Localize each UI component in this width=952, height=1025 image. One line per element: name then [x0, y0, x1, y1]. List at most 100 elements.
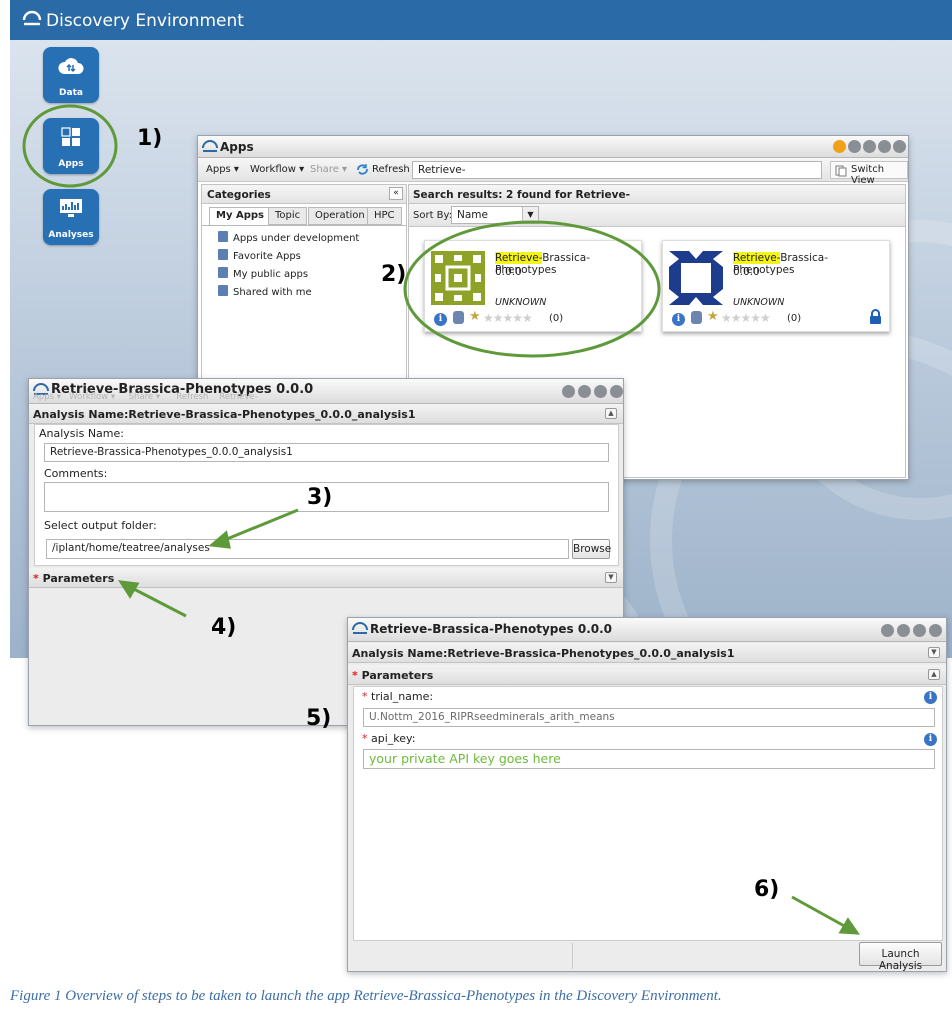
window-logo-icon — [202, 140, 218, 152]
lock-icon — [870, 309, 881, 324]
expand-down-icon[interactable]: ▼ — [928, 647, 940, 658]
refresh-icon[interactable] — [356, 163, 369, 176]
categories-title: Categories — [207, 189, 271, 201]
analysis-name-section[interactable]: Analysis Name:Retrieve-Brassica-Phenotyp… — [348, 643, 946, 663]
close-icon[interactable] — [929, 624, 942, 637]
analyses-launcher[interactable]: Analyses — [43, 189, 99, 245]
category-item[interactable]: My public apps — [218, 267, 308, 280]
category-item[interactable]: Favorite Apps — [218, 249, 301, 262]
collapse-left-icon[interactable]: « — [389, 187, 403, 200]
step-2-label: 2) — [381, 262, 407, 287]
output-folder-input[interactable]: /iplant/home/teatree/analyses — [46, 539, 569, 559]
category-item[interactable]: Apps under development — [218, 231, 359, 244]
app-card[interactable]: Retrieve-Brassica-Phenotypes 0.0.0 UNKNO… — [424, 240, 642, 332]
apps-window-title: Apps — [220, 140, 254, 154]
data-launcher[interactable]: Data — [43, 47, 99, 103]
tab-hpc[interactable]: HPC — [367, 207, 402, 225]
app-card-status: UNKNOWN — [733, 297, 785, 308]
parameters-section[interactable]: * Parameters ▲ — [348, 665, 946, 685]
launch-window-1-header[interactable]: Retrieve-Brassica-Phenotypes 0.0.0 Apps … — [29, 379, 623, 404]
sort-label: Sort By: — [413, 210, 453, 221]
collapse-up-icon[interactable]: ▲ — [928, 669, 940, 680]
launch-window-2-title: Retrieve-Brassica-Phenotypes 0.0.0 — [370, 622, 613, 636]
comment-icon[interactable] — [453, 311, 464, 324]
launch-window-2-header[interactable]: Retrieve-Brassica-Phenotypes 0.0.0 — [348, 618, 946, 642]
trial-name-label: * trial_name: — [362, 690, 434, 703]
window-menu-icon[interactable] — [848, 140, 861, 153]
apps-toolbar: Apps ▾ Workflow ▾ Share ▾ Refresh Retrie… — [198, 158, 908, 186]
tab-divider — [202, 225, 406, 226]
maximize-icon[interactable] — [878, 140, 891, 153]
app-card-version: 0.0.0 — [733, 266, 760, 278]
book-icon — [218, 231, 228, 242]
tab-topic[interactable]: Topic — [268, 207, 308, 225]
app-thumbnail-icon — [669, 251, 723, 305]
switch-view-label: Switch View — [851, 164, 885, 186]
collapse-up-icon[interactable]: ▲ — [605, 408, 617, 419]
expand-down-icon[interactable]: ▼ — [605, 572, 617, 583]
info-icon[interactable]: i — [924, 691, 937, 704]
data-launcher-label: Data — [59, 88, 83, 98]
maximize-icon[interactable] — [913, 624, 926, 637]
analysis-name-input[interactable]: Retrieve-Brassica-Phenotypes_0.0.0_analy… — [44, 443, 609, 462]
step-3-label: 3) — [307, 485, 333, 510]
rating-stars[interactable]: ★★★★★ — [483, 311, 533, 325]
launch-analysis-button[interactable]: Launch Analysis — [859, 942, 942, 972]
analyses-launcher-label: Analyses — [48, 230, 94, 240]
cloud-icon — [58, 58, 84, 74]
parameters-section[interactable]: * Parameters ▼ — [29, 568, 623, 588]
refresh-button[interactable]: Refresh — [372, 164, 410, 175]
close-icon[interactable] — [893, 140, 906, 153]
comments-label: Comments: — [44, 467, 108, 480]
info-icon[interactable]: i — [672, 313, 685, 326]
minimize-icon[interactable] — [578, 385, 591, 398]
info-icon[interactable]: i — [924, 733, 937, 746]
info-icon[interactable]: i — [434, 313, 447, 326]
window-menu-icon[interactable] — [881, 624, 894, 637]
step-1-label: 1) — [137, 126, 163, 151]
switch-view-icon — [835, 165, 847, 177]
ghost-toolbar-text: Apps ▾ Workflow ▾ Share ▾ Refresh Retrie… — [33, 392, 258, 402]
api-key-input[interactable]: your private API key goes here — [363, 749, 935, 769]
monitor-chart-icon — [60, 199, 82, 217]
analysis-name-section[interactable]: Analysis Name:Retrieve-Brassica-Phenotyp… — [29, 404, 623, 424]
tab-operation[interactable]: Operation — [308, 207, 372, 225]
favorite-icon[interactable]: ★ — [707, 309, 719, 324]
app-card-version: 0.0.0 — [495, 266, 522, 278]
comment-icon[interactable] — [691, 311, 702, 324]
help-icon[interactable] — [833, 140, 846, 153]
sort-bar: Sort By: Name ▼ — [409, 204, 905, 227]
launch-window-2: Retrieve-Brassica-Phenotypes 0.0.0 Analy… — [347, 617, 947, 972]
categories-header: Categories « — [202, 185, 406, 204]
results-summary: Search results: 2 found for Retrieve- — [413, 189, 630, 201]
minimize-icon[interactable] — [863, 140, 876, 153]
app-card[interactable]: Retrieve-Brassica-Phenotypes 0.0.0 UNKNO… — [662, 240, 890, 332]
apps-search-input[interactable]: Retrieve- — [412, 161, 822, 179]
apps-launcher[interactable]: Apps — [43, 118, 99, 174]
close-icon[interactable] — [610, 385, 623, 398]
footer-divider — [353, 943, 573, 969]
maximize-icon[interactable] — [594, 385, 607, 398]
tab-my-apps[interactable]: My Apps — [209, 207, 271, 225]
share-menu[interactable]: Share ▾ — [310, 164, 347, 175]
app-title: Discovery Environment — [46, 11, 244, 31]
rating-stars[interactable]: ★★★★★ — [721, 311, 771, 325]
output-folder-label: Select output folder: — [44, 519, 157, 532]
sort-select[interactable]: Name ▼ — [451, 206, 539, 224]
step-4-label: 4) — [211, 615, 237, 640]
switch-view-button[interactable]: Switch View — [830, 161, 908, 186]
favorite-icon[interactable]: ★ — [469, 309, 481, 324]
figure-caption: Figure 1 Overview of steps to be taken t… — [10, 988, 722, 1004]
minimize-icon[interactable] — [897, 624, 910, 637]
apps-window-header[interactable]: Apps — [198, 136, 908, 158]
workflow-menu[interactable]: Workflow ▾ — [250, 164, 304, 175]
step-5-label: 5) — [306, 706, 332, 731]
apps-menu[interactable]: Apps ▾ — [206, 164, 239, 175]
browse-button[interactable]: Browse — [572, 539, 611, 559]
category-item[interactable]: Shared with me — [218, 285, 312, 298]
app-card-status: UNKNOWN — [495, 297, 547, 308]
window-menu-icon[interactable] — [562, 385, 575, 398]
chevron-down-icon: ▼ — [522, 207, 538, 223]
rating-count: (0) — [787, 313, 802, 324]
trial-name-input[interactable]: U.Nottm_2016_RIPRseedminerals_arith_mean… — [363, 708, 935, 727]
